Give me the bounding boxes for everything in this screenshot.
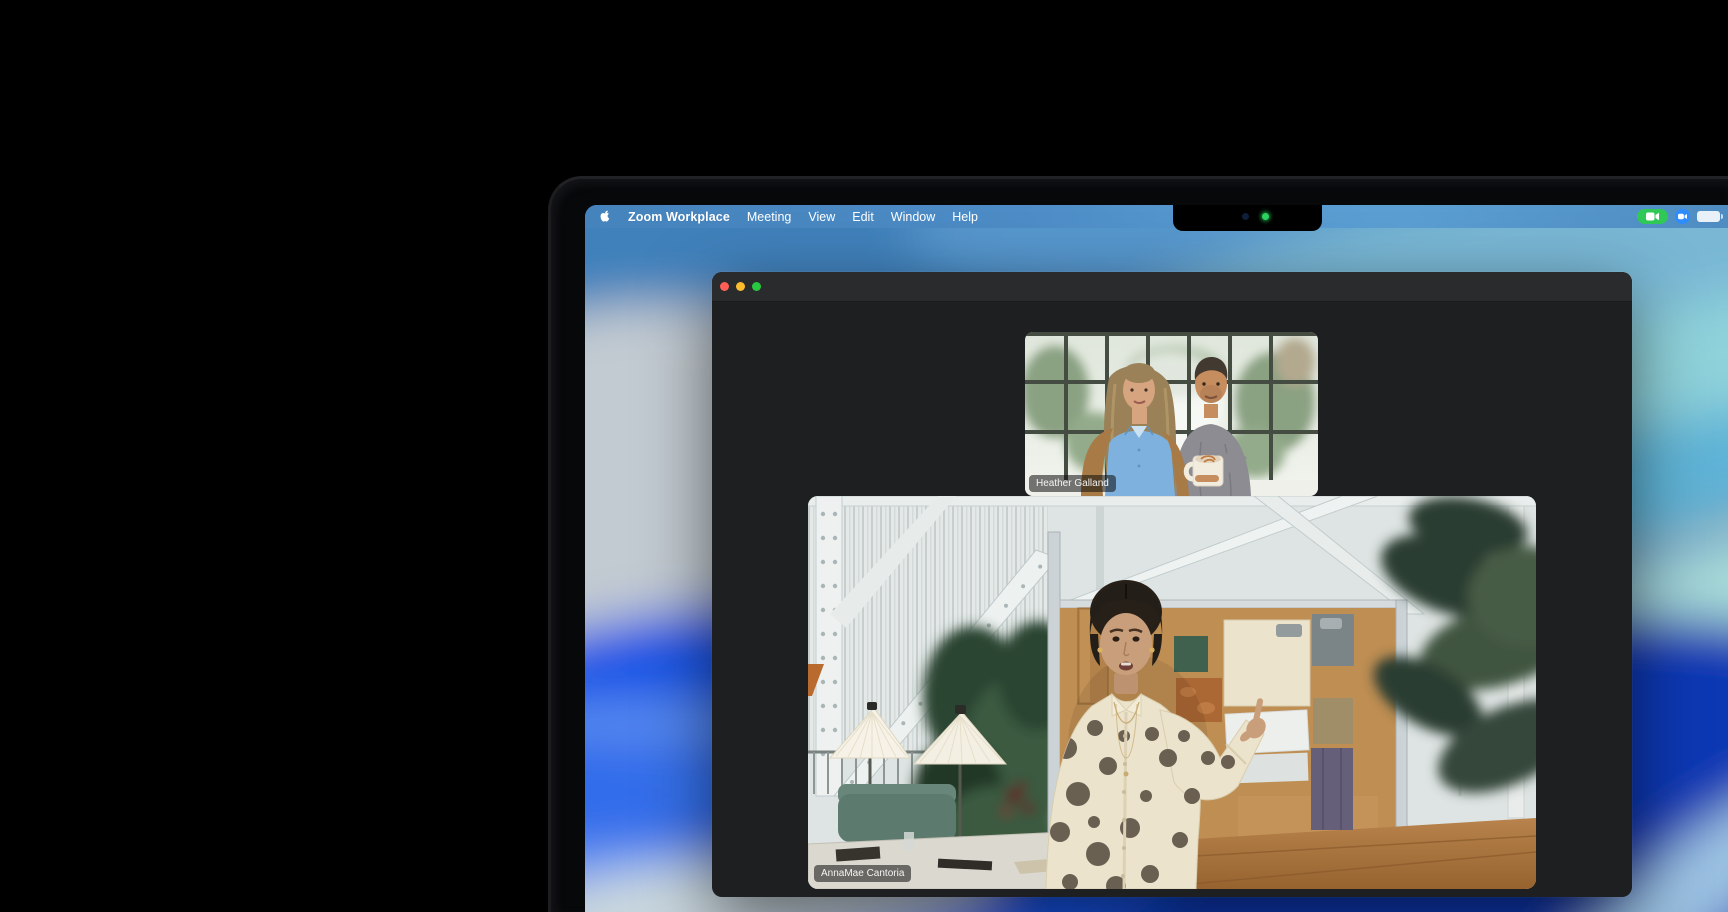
video-feed-couple <box>1025 332 1318 496</box>
minimize-button[interactable] <box>736 282 745 291</box>
menu-bar: Zoom Workplace Meeting View Edit Window … <box>585 205 1728 228</box>
camera-active-indicator[interactable] <box>1637 209 1668 224</box>
desktop-screenshot: Zoom Workplace Meeting View Edit Window … <box>0 0 1728 912</box>
participant-name-label: Heather Galland <box>1029 475 1116 492</box>
video-camera-icon <box>1646 212 1659 221</box>
close-button[interactable] <box>720 282 729 291</box>
menu-item-view[interactable]: View <box>808 210 835 224</box>
menu-bar-status-area <box>1637 205 1720 228</box>
video-tile-heather[interactable]: Heather Galland <box>1025 332 1318 496</box>
menu-bar-left: Zoom Workplace Meeting View Edit Window … <box>585 209 995 224</box>
fullscreen-button[interactable] <box>752 282 761 291</box>
menu-item-meeting[interactable]: Meeting <box>747 210 791 224</box>
facetime-camera-lens <box>1242 213 1249 220</box>
zoom-app-icon[interactable] <box>1675 209 1690 224</box>
battery-icon[interactable] <box>1697 211 1720 222</box>
apple-menu[interactable] <box>598 209 612 224</box>
menu-item-help[interactable]: Help <box>952 210 978 224</box>
video-feed-speaker <box>808 496 1536 889</box>
video-camera-icon <box>1678 213 1687 220</box>
video-tile-annamae[interactable]: AnnaMae Cantoria <box>808 496 1536 889</box>
participant-name-label: AnnaMae Cantoria <box>814 865 911 882</box>
apple-logo-icon <box>598 209 612 224</box>
menu-app-name[interactable]: Zoom Workplace <box>628 210 730 224</box>
menu-item-edit[interactable]: Edit <box>852 210 874 224</box>
window-titlebar[interactable] <box>712 272 1632 302</box>
zoom-meeting-window: Heather Galland <box>712 272 1632 897</box>
menu-item-window[interactable]: Window <box>891 210 935 224</box>
display-notch <box>1173 205 1322 231</box>
camera-in-use-light <box>1262 213 1269 220</box>
macbook-screen: Zoom Workplace Meeting View Edit Window … <box>585 205 1728 912</box>
